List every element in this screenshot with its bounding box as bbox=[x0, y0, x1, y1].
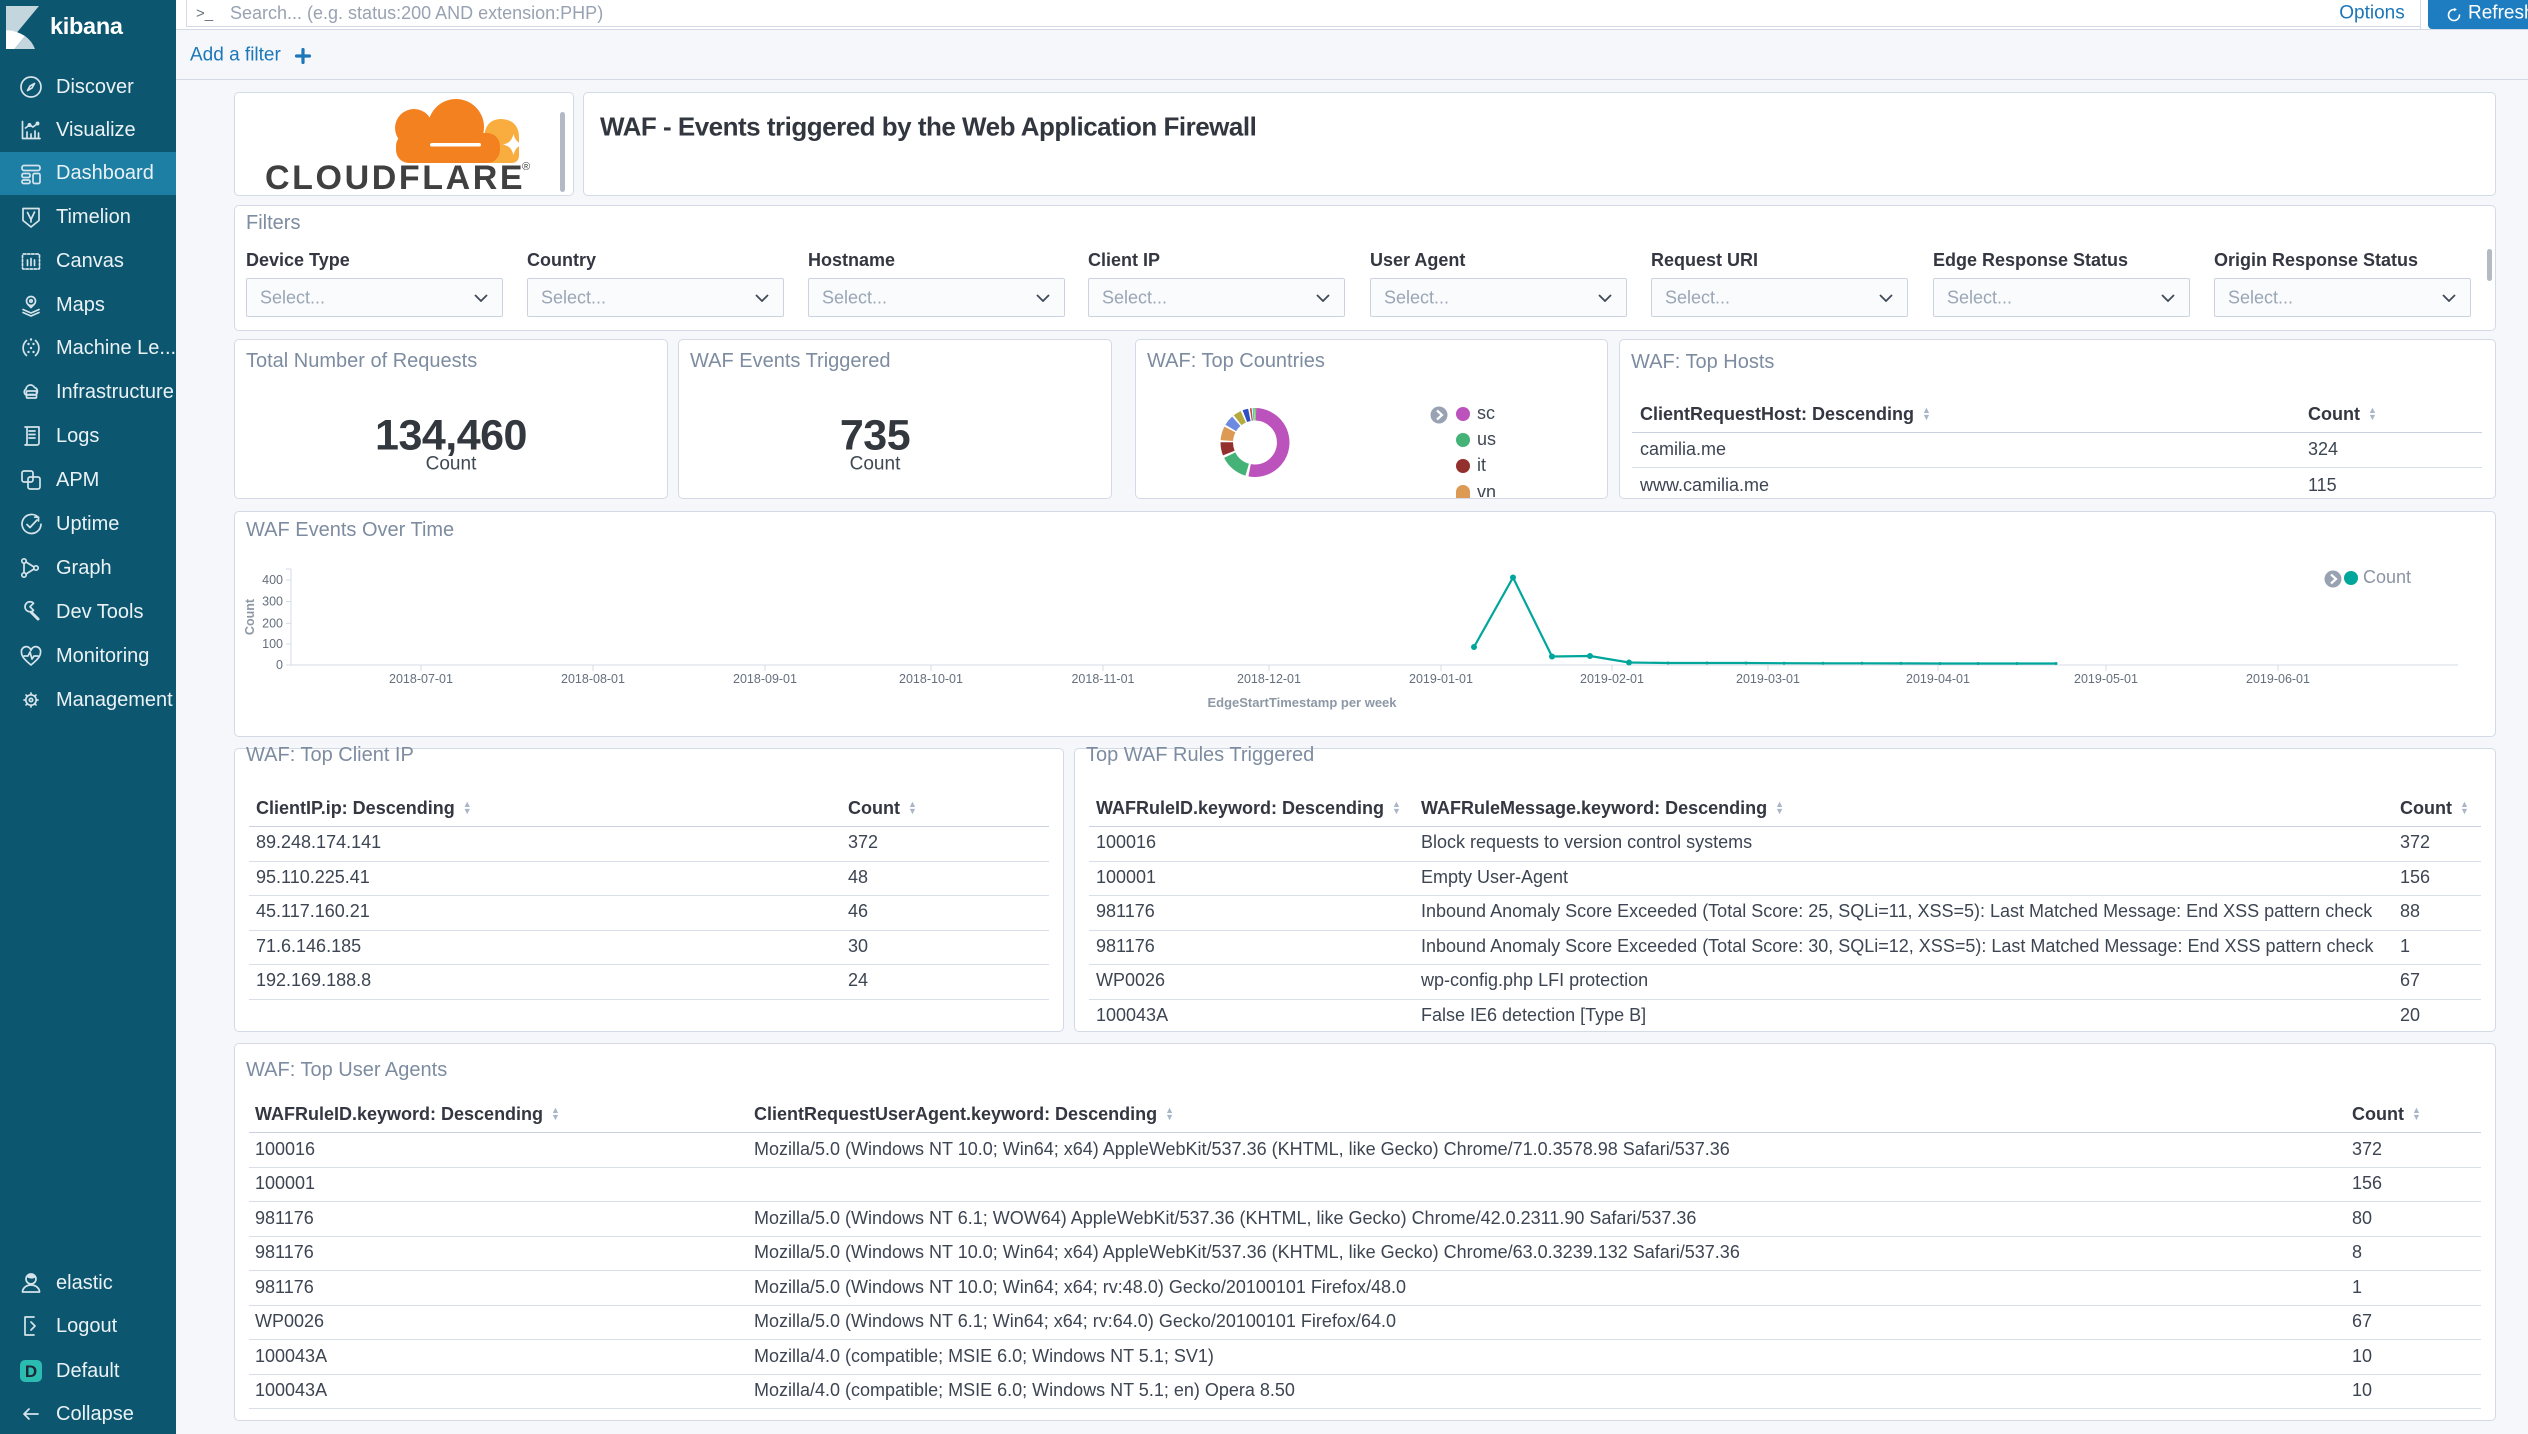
svg-text:2019-06-01: 2019-06-01 bbox=[2246, 672, 2310, 686]
svg-text:D: D bbox=[25, 1362, 37, 1381]
svg-text:2019-03-01: 2019-03-01 bbox=[1736, 672, 1800, 686]
svg-text:2018-12-01: 2018-12-01 bbox=[1237, 672, 1301, 686]
svg-text:400: 400 bbox=[262, 573, 283, 587]
svg-text:2018-09-01: 2018-09-01 bbox=[733, 672, 797, 686]
svg-text:2019-02-01: 2019-02-01 bbox=[1580, 672, 1644, 686]
svg-text:200: 200 bbox=[262, 616, 283, 630]
svg-text:100: 100 bbox=[262, 637, 283, 651]
svg-text:CLOUDFLARE: CLOUDFLARE bbox=[265, 159, 525, 196]
svg-text:2019-01-01: 2019-01-01 bbox=[1409, 672, 1473, 686]
svg-text:300: 300 bbox=[262, 595, 283, 609]
svg-text:2018-10-01: 2018-10-01 bbox=[899, 672, 963, 686]
svg-text:2018-08-01: 2018-08-01 bbox=[561, 672, 625, 686]
svg-text:2018-07-01: 2018-07-01 bbox=[389, 672, 453, 686]
svg-text:Count: Count bbox=[243, 598, 257, 635]
svg-text:EdgeStartTimestamp per week: EdgeStartTimestamp per week bbox=[1207, 695, 1397, 710]
svg-text:®: ® bbox=[522, 161, 530, 173]
svg-text:0: 0 bbox=[276, 658, 283, 672]
svg-text:2019-04-01: 2019-04-01 bbox=[1906, 672, 1970, 686]
svg-text:2019-05-01: 2019-05-01 bbox=[2074, 672, 2138, 686]
svg-text:2018-11-01: 2018-11-01 bbox=[1071, 672, 1134, 686]
